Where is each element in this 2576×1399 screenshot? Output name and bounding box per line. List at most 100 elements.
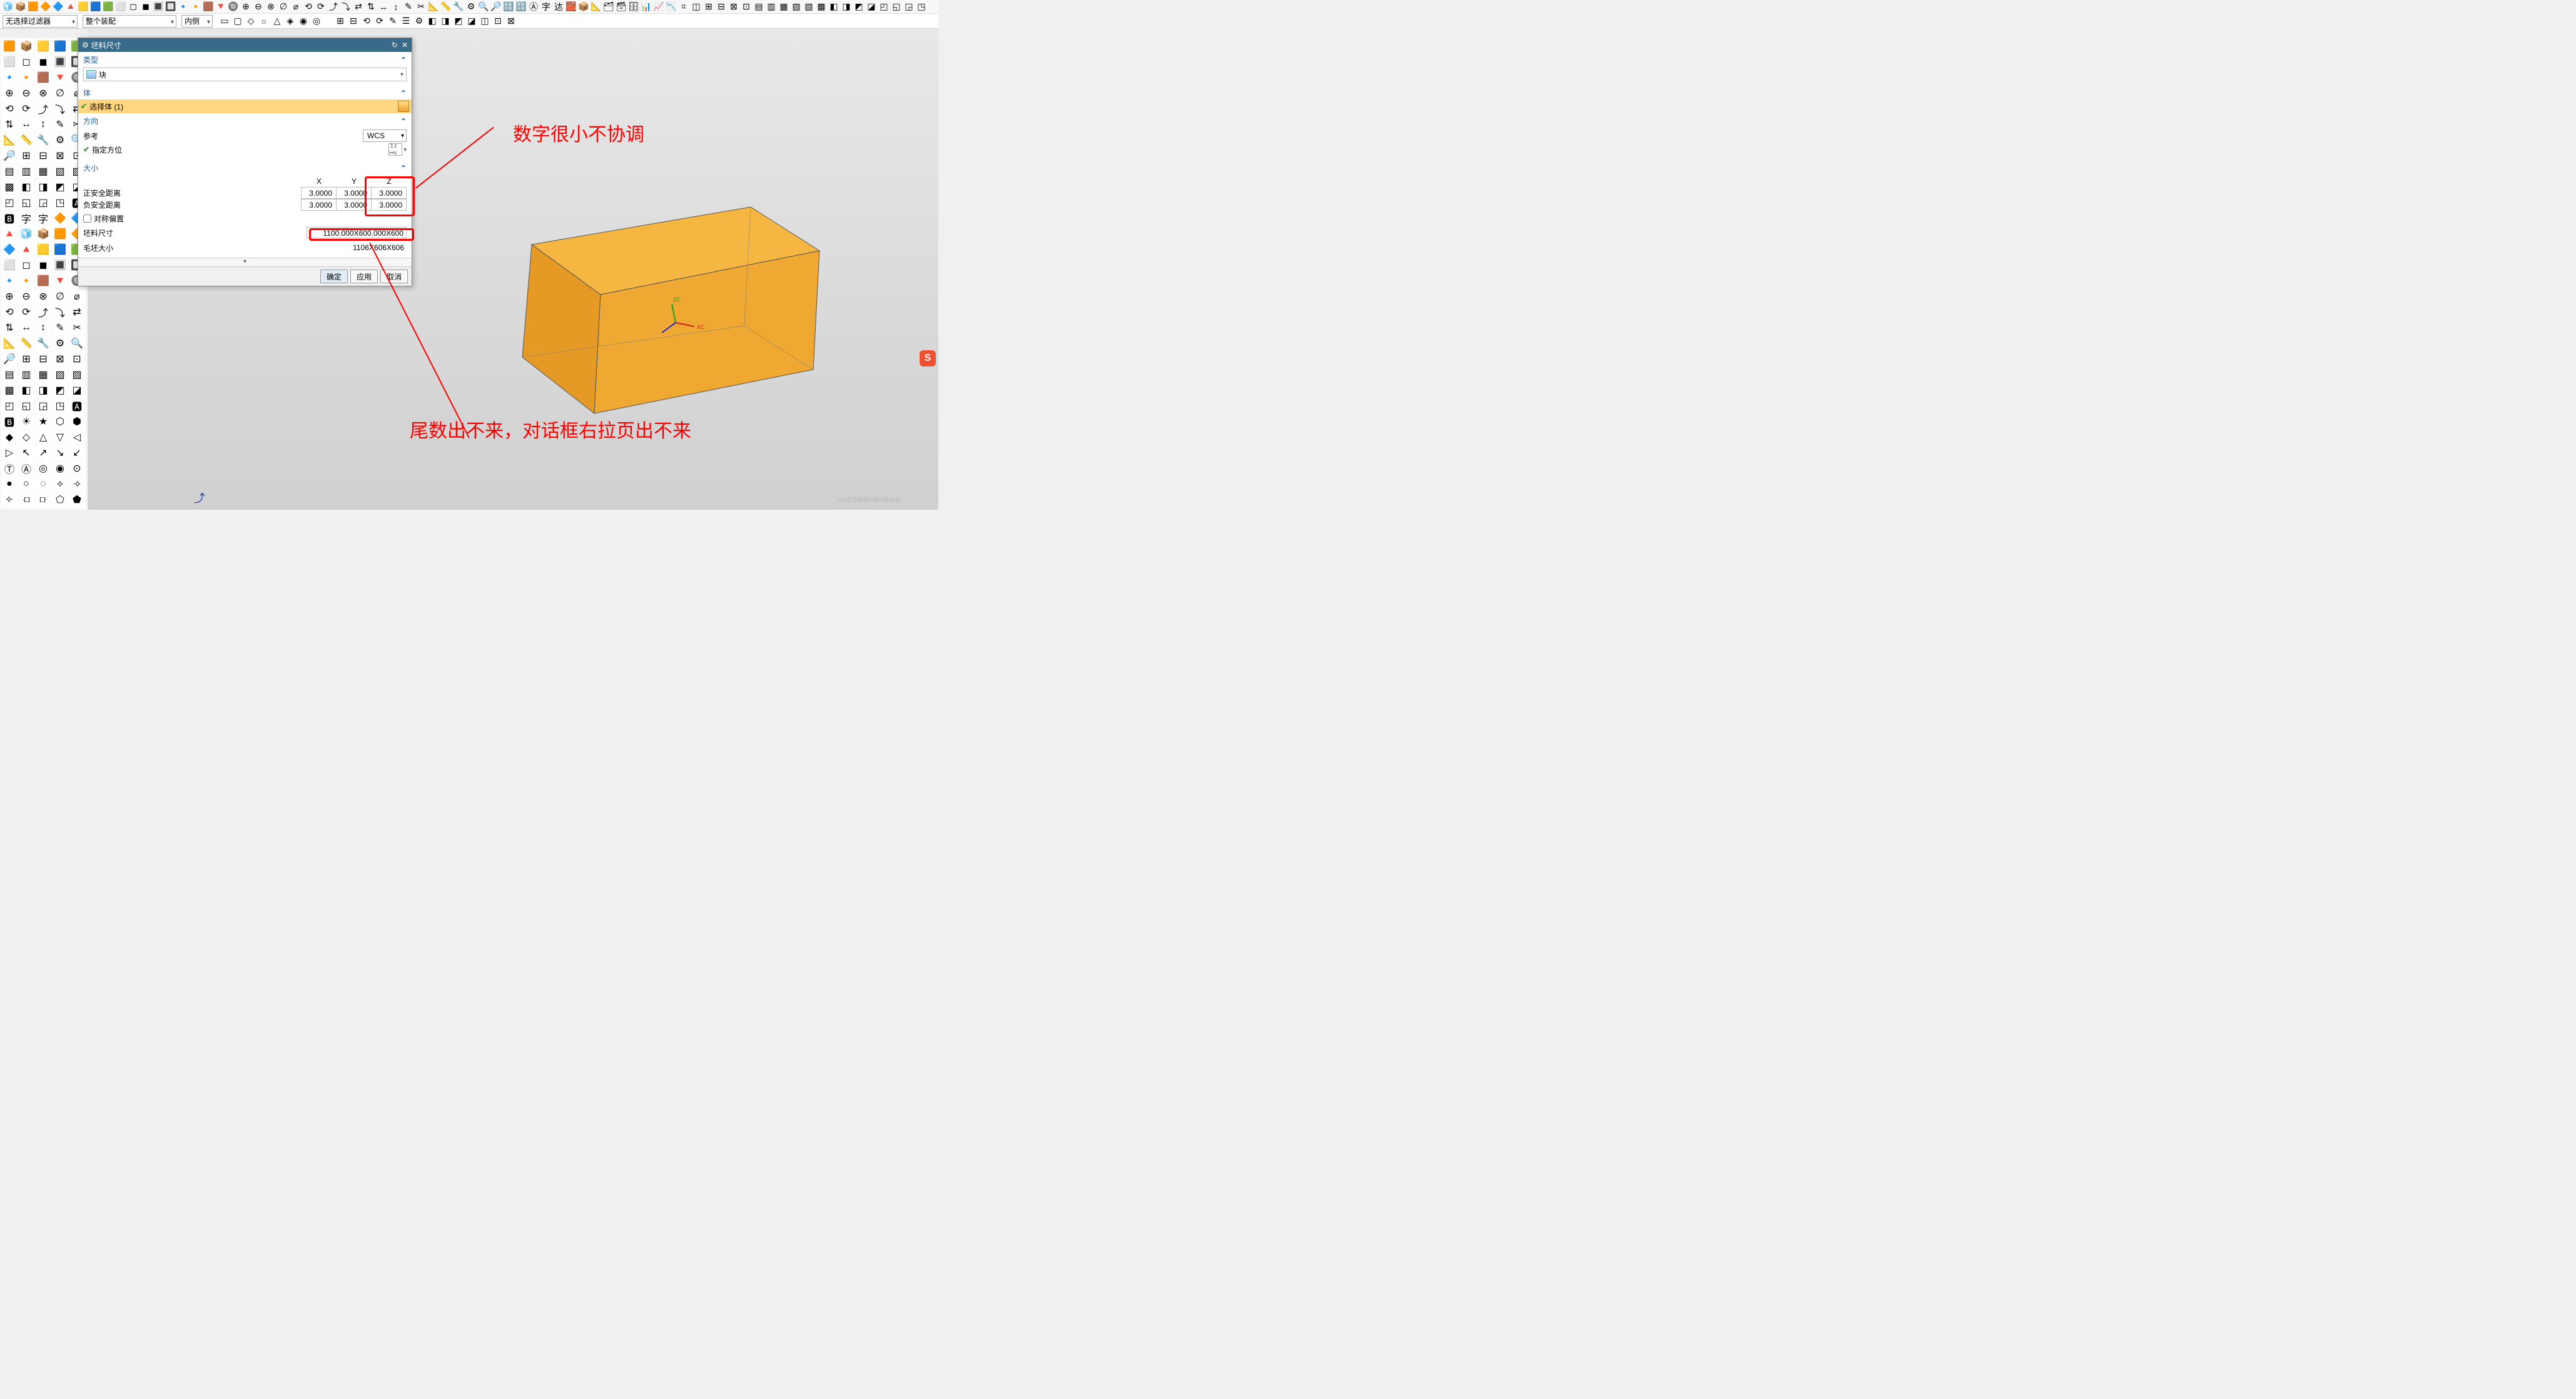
toolbar-icon-30[interactable]: ↔ <box>378 1 389 13</box>
toolbar-icon-43[interactable]: 字 <box>540 1 552 13</box>
palette-icon-117[interactable]: ◲ <box>35 398 51 413</box>
palette-icon-33[interactable]: ⚙ <box>52 133 68 148</box>
palette-icon-67[interactable]: 🟨 <box>35 242 51 257</box>
toolbar-icon-52[interactable]: 📈 <box>653 1 664 13</box>
palette-icon-36[interactable]: ⊞ <box>18 148 34 163</box>
palette-icon-126[interactable]: ◇ <box>18 430 34 445</box>
toolbar-icon-72[interactable]: ◲ <box>903 1 915 13</box>
palette-icon-16[interactable]: ⊖ <box>18 86 34 101</box>
palette-icon-133[interactable]: ↘ <box>52 445 68 460</box>
palette-icon-68[interactable]: 🟦 <box>52 242 68 257</box>
section-header-size[interactable]: 大小 ⌃ <box>78 160 412 174</box>
palette-icon-131[interactable]: ↖ <box>18 445 34 460</box>
toolbar-icon-15[interactable]: 🔸 <box>190 1 201 13</box>
toolbar-icon-42[interactable]: Ⓐ <box>528 1 539 13</box>
palette-icon-32[interactable]: 🔧 <box>35 133 51 148</box>
filter-icon2-12[interactable]: ⊡ <box>492 16 504 27</box>
palette-icon-50[interactable]: ◰ <box>1 195 18 210</box>
toolbar-icon-64[interactable]: ▨ <box>803 1 814 13</box>
palette-icon-96[interactable]: 📏 <box>18 336 34 351</box>
neg-safe-y[interactable]: 3.0000 <box>337 199 372 211</box>
select-body-row[interactable]: ✔ 选择体 (1) <box>78 99 412 113</box>
toolbar-icon-62[interactable]: ▦ <box>778 1 789 13</box>
palette-icon-77[interactable]: 🟫 <box>35 273 51 288</box>
dialog-refresh-icon[interactable]: ↻ <box>392 41 398 49</box>
toolbar-icon-3[interactable]: 🔶 <box>40 1 51 13</box>
palette-icon-43[interactable]: ▧ <box>52 164 68 179</box>
apply-button[interactable]: 应用 <box>350 270 378 283</box>
palette-icon-125[interactable]: ◆ <box>1 430 18 445</box>
toolbar-icon-66[interactable]: ◧ <box>828 1 839 13</box>
palette-icon-138[interactable]: ◉ <box>52 461 68 476</box>
palette-icon-48[interactable]: ◩ <box>52 179 68 194</box>
toolbar-icon-4[interactable]: 🔷 <box>53 1 64 13</box>
palette-icon-3[interactable]: 🟦 <box>52 39 68 54</box>
palette-icon-148[interactable]: ⬠ <box>52 492 68 507</box>
palette-icon-127[interactable]: △ <box>35 430 51 445</box>
toolbar-icon-60[interactable]: ▤ <box>753 1 764 13</box>
palette-icon-85[interactable]: ⟲ <box>1 305 18 320</box>
palette-icon-55[interactable]: 🅱 <box>1 211 18 226</box>
toolbar-icon-24[interactable]: ⟲ <box>303 1 314 13</box>
toolbar-icon-27[interactable]: ⤵ <box>340 1 352 13</box>
toolbar-icon-44[interactable]: 迏 <box>553 1 564 13</box>
toolbar-icon-32[interactable]: ✎ <box>403 1 414 13</box>
palette-icon-130[interactable]: ▷ <box>1 445 18 460</box>
palette-icon-7[interactable]: ◼ <box>35 54 51 69</box>
palette-icon-144[interactable]: ⟢ <box>69 477 85 492</box>
palette-icon-42[interactable]: ▦ <box>35 164 51 179</box>
toolbar-icon-35[interactable]: 📏 <box>440 1 452 13</box>
toolbar-icon-38[interactable]: 🔍 <box>478 1 489 13</box>
section-header-type[interactable]: 类型 ⌃ <box>78 52 412 66</box>
filter-icon1-5[interactable]: ◈ <box>285 16 296 27</box>
palette-icon-114[interactable]: ◪ <box>69 383 85 398</box>
chevron-down-icon[interactable]: ▾ <box>403 146 407 153</box>
toolbar-icon-9[interactable]: ⬜ <box>115 1 126 13</box>
filter-icon2-5[interactable]: ☰ <box>400 16 412 27</box>
toolbar-icon-47[interactable]: 📐 <box>591 1 602 13</box>
palette-icon-37[interactable]: ⊟ <box>35 148 51 163</box>
toolbar-icon-58[interactable]: ⊠ <box>728 1 739 13</box>
palette-icon-147[interactable]: ⟥ <box>35 492 51 507</box>
palette-icon-134[interactable]: ↙ <box>69 445 85 460</box>
toolbar-icon-45[interactable]: 🧱 <box>565 1 577 13</box>
filter-icon2-10[interactable]: ◪ <box>466 16 477 27</box>
toolbar-icon-16[interactable]: 🟫 <box>203 1 214 13</box>
palette-icon-53[interactable]: ◳ <box>52 195 68 210</box>
palette-icon-137[interactable]: ◎ <box>35 461 51 476</box>
dialog-titlebar[interactable]: ⚙ 坯料尺寸 ↻ ✕ <box>78 38 412 52</box>
palette-icon-110[interactable]: ▩ <box>1 383 18 398</box>
palette-icon-8[interactable]: 🔳 <box>52 54 68 69</box>
ok-button[interactable]: 确定 <box>320 270 348 283</box>
toolbar-icon-21[interactable]: ⊗ <box>265 1 276 13</box>
palette-icon-81[interactable]: ⊖ <box>18 289 34 304</box>
toolbar-icon-59[interactable]: ⊡ <box>741 1 752 13</box>
filter-icon1-2[interactable]: ◇ <box>245 16 256 27</box>
palette-icon-26[interactable]: ↔ <box>18 117 34 132</box>
palette-icon-61[interactable]: 🧊 <box>18 226 34 241</box>
toolbar-icon-46[interactable]: 📦 <box>578 1 589 13</box>
palette-icon-97[interactable]: 🔧 <box>35 336 51 351</box>
palette-icon-101[interactable]: ⊞ <box>18 351 34 366</box>
palette-icon-10[interactable]: 🔹 <box>1 70 18 85</box>
toolbar-icon-67[interactable]: ◨ <box>841 1 852 13</box>
palette-icon-132[interactable]: ↗ <box>35 445 51 460</box>
palette-icon-93[interactable]: ✎ <box>52 320 68 335</box>
neg-safe-z[interactable]: 3.0000 <box>372 199 407 211</box>
csys-icon[interactable]: ↥z ↦x <box>388 143 402 156</box>
toolbar-icon-29[interactable]: ⇅ <box>365 1 377 13</box>
toolbar-icon-40[interactable]: 🔠 <box>503 1 514 13</box>
palette-icon-72[interactable]: ◼ <box>35 258 51 273</box>
palette-icon-149[interactable]: ⬟ <box>69 492 85 507</box>
palette-icon-28[interactable]: ✎ <box>52 117 68 132</box>
palette-icon-41[interactable]: ▥ <box>18 164 34 179</box>
palette-icon-82[interactable]: ⊗ <box>35 289 51 304</box>
palette-icon-21[interactable]: ⟳ <box>18 101 34 116</box>
palette-icon-80[interactable]: ⊕ <box>1 289 18 304</box>
toolbar-icon-53[interactable]: 📉 <box>666 1 677 13</box>
palette-icon-57[interactable]: 字 <box>35 211 51 226</box>
toolbar-icon-2[interactable]: 🟧 <box>28 1 39 13</box>
neg-safe-x[interactable]: 3.0000 <box>302 199 337 211</box>
toolbar-icon-12[interactable]: 🔳 <box>153 1 164 13</box>
toolbar-icon-22[interactable]: ∅ <box>278 1 289 13</box>
